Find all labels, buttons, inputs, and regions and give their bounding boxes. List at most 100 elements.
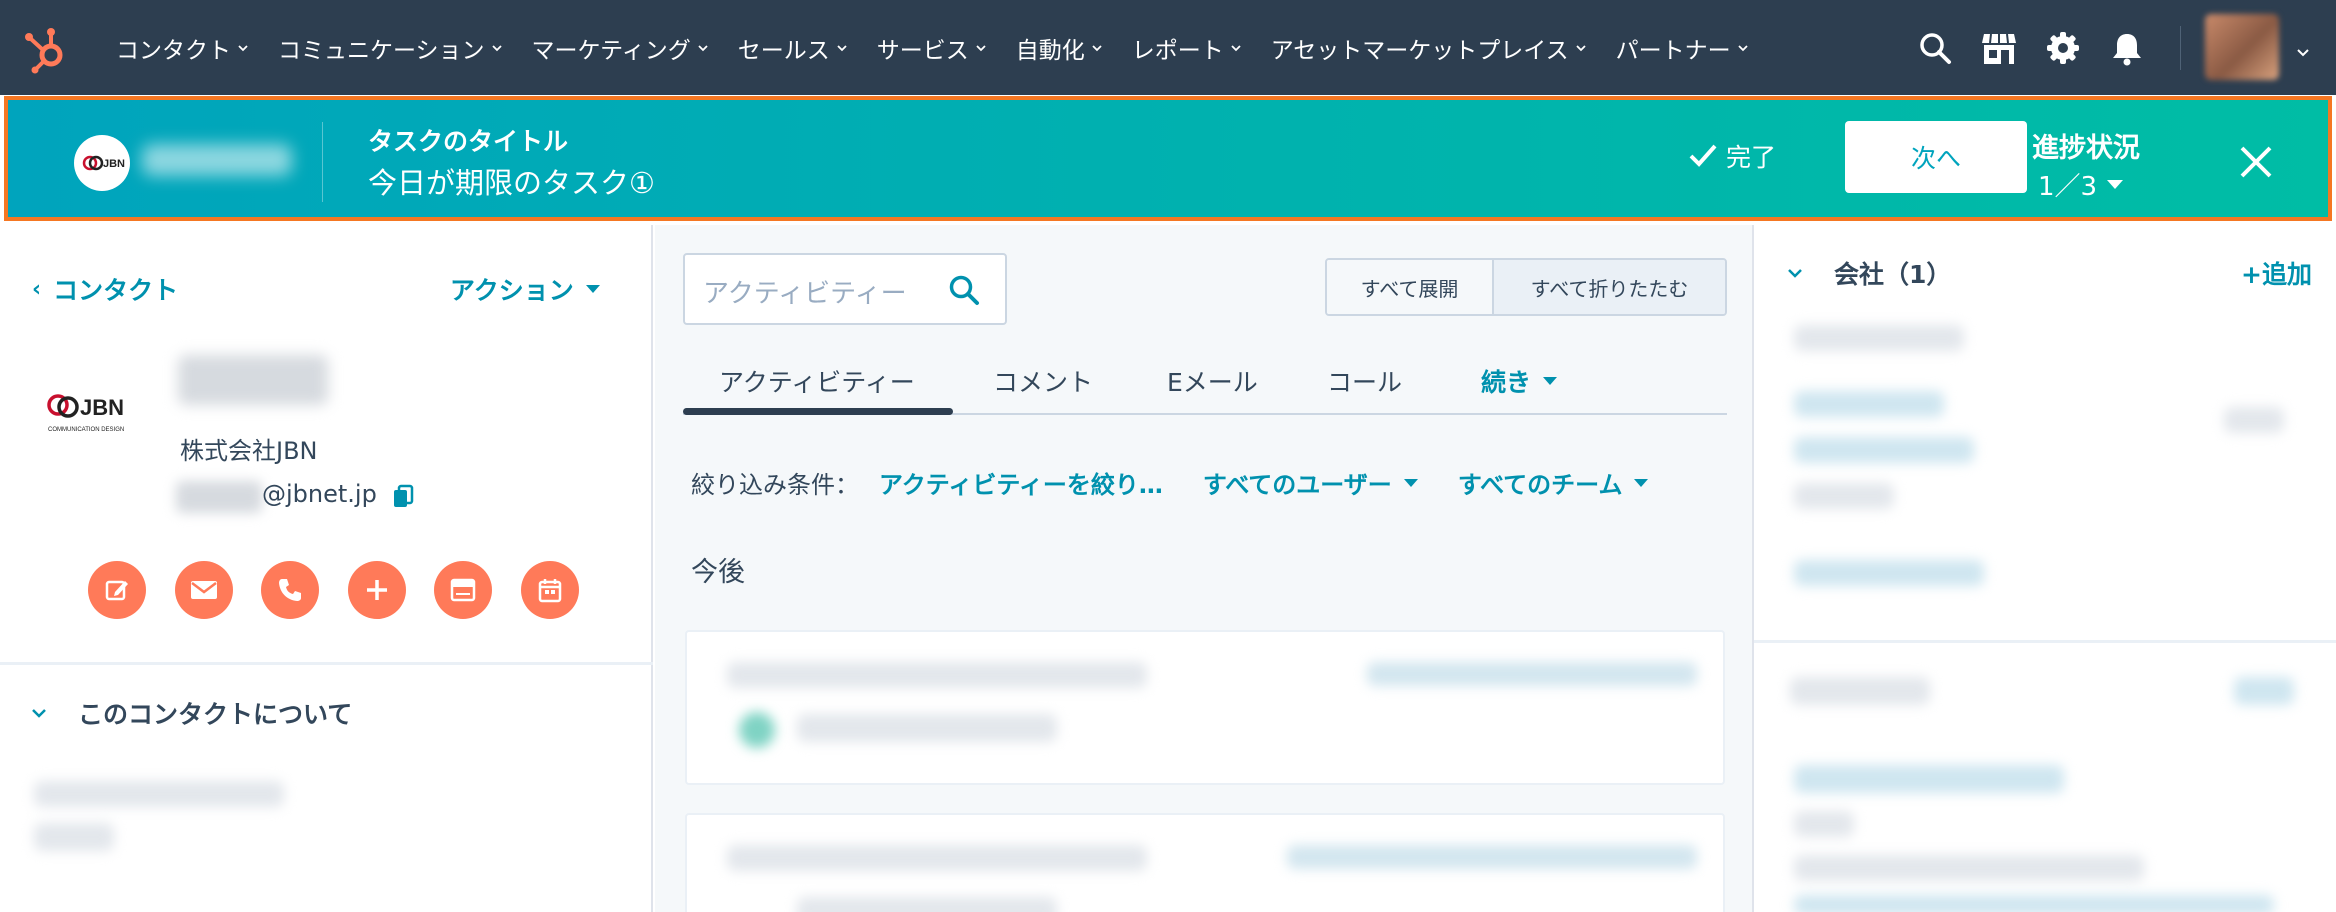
- chevron-down-icon: [491, 44, 502, 51]
- nav-item-1[interactable]: コミュニケーション: [278, 31, 503, 65]
- nav-item-3[interactable]: セールス: [738, 31, 848, 65]
- next-task-button[interactable]: 次へ: [1845, 121, 2027, 193]
- contact-name-redacted: [142, 144, 292, 176]
- caret-down-icon: [585, 285, 600, 293]
- back-to-contacts-link[interactable]: ‹ コンタクト: [32, 271, 178, 307]
- associations-sidebar: 会社（1） +追加: [1752, 225, 2336, 912]
- activity-card-body-redacted: [797, 897, 1057, 912]
- activity-timeline-panel: アクティビティー すべて展開 すべて折りたたむ アクティビティー コメント Eメ…: [655, 225, 1752, 912]
- add-company-button[interactable]: +追加: [2241, 255, 2312, 291]
- filter-teams-dropdown[interactable]: すべてのチーム: [1458, 465, 1649, 500]
- section-divider: [0, 662, 653, 665]
- company-section-toggle[interactable]: 会社（1）: [1786, 255, 1951, 291]
- filter-teams-label: すべてのチーム: [1457, 471, 1623, 499]
- task-title-label: タスクのタイトル: [368, 127, 569, 156]
- nav-item-2[interactable]: マーケティング: [532, 31, 709, 65]
- company-link-redacted: [1794, 391, 1944, 417]
- chevron-down-icon: [1737, 44, 1748, 51]
- section-header-redacted: [1790, 677, 1930, 705]
- filter-activity-dropdown[interactable]: アクティビティーを絞り…: [879, 465, 1163, 500]
- copy-icon[interactable]: [392, 484, 414, 510]
- quick-action-buttons: [88, 561, 607, 619]
- search-icon: [949, 275, 979, 305]
- property-value-redacted: [34, 823, 114, 851]
- search-placeholder: アクティビティー: [703, 279, 907, 309]
- nav-item-label: アセットマーケットプレイス: [1270, 37, 1569, 64]
- progress-value: 1／3: [2038, 172, 2098, 202]
- calendar-icon: [538, 579, 561, 603]
- filter-users-dropdown[interactable]: すべてのユーザー: [1203, 465, 1418, 500]
- nav-item-label: マーケティング: [531, 37, 691, 64]
- company-logo-subtext: COMMUNICATION DESIGN: [48, 427, 124, 433]
- collapse-all-button[interactable]: すべて折りたたむ: [1492, 260, 1725, 314]
- expand-collapse-group: すべて展開 すべて折りたたむ: [1325, 258, 1727, 316]
- nav-item-label: セールス: [737, 37, 830, 64]
- close-icon[interactable]: [2236, 142, 2276, 182]
- task-title: 今日が期限のタスク①: [368, 166, 655, 200]
- nav-item-8[interactable]: パートナー: [1616, 31, 1749, 65]
- call-button[interactable]: [261, 561, 319, 619]
- tab-activity[interactable]: アクティビティー: [719, 363, 915, 399]
- nav-item-label: サービス: [876, 37, 969, 64]
- nav-item-0[interactable]: コンタクト: [116, 31, 249, 65]
- nav-item-label: コンタクト: [116, 37, 231, 64]
- contact-sidebar: ‹ コンタクト アクション JBN COMMUNICATION DESIGN 株…: [0, 225, 653, 912]
- jbn-logo-text: JBN: [103, 158, 125, 170]
- chevron-down-icon: [976, 44, 986, 51]
- chevron-down-icon[interactable]: [2296, 46, 2310, 60]
- bell-icon[interactable]: [2109, 30, 2145, 66]
- view-associated-link-redacted: [1794, 560, 1984, 586]
- expand-all-button[interactable]: すべて展開: [1327, 260, 1492, 314]
- about-contact-label: このコンタクトについて: [78, 700, 353, 729]
- company-logo-icon: JBN COMMUNICATION DESIGN: [47, 394, 124, 433]
- more-label: 続き: [1481, 368, 1532, 397]
- note-button[interactable]: [88, 561, 146, 619]
- marketplace-icon[interactable]: [1981, 30, 2017, 66]
- activity-tabs: アクティビティー コメント Eメール コール 続き: [683, 355, 1727, 415]
- tab-comments[interactable]: コメント: [993, 363, 1093, 399]
- about-contact-section-toggle[interactable]: このコンタクトについて: [30, 695, 352, 731]
- progress-dropdown[interactable]: 1／3: [2038, 166, 2124, 203]
- search-icon[interactable]: [1917, 30, 1953, 66]
- company-logo-text: JBN: [80, 395, 124, 420]
- activity-card-title-redacted: [727, 845, 1147, 871]
- activity-card[interactable]: [685, 630, 1725, 785]
- call-icon: [279, 579, 301, 601]
- company-card-header-redacted: [1794, 325, 1964, 351]
- gear-icon[interactable]: [2045, 30, 2081, 66]
- add-button[interactable]: [347, 561, 406, 619]
- nav-item-4[interactable]: サービス: [877, 31, 987, 65]
- schedule-button[interactable]: [520, 561, 579, 619]
- complete-task-button[interactable]: 完了: [1688, 138, 1776, 174]
- chevron-down-icon: [837, 44, 847, 51]
- caret-down-icon: [1403, 478, 1418, 487]
- email-button[interactable]: [174, 561, 233, 619]
- chevron-down-icon: [1231, 44, 1241, 51]
- contact-company: 株式会社JBN: [180, 437, 318, 465]
- nav-item-label: パートナー: [1615, 37, 1731, 64]
- nav-item-5[interactable]: 自動化: [1016, 31, 1103, 65]
- avatar[interactable]: [2205, 14, 2279, 80]
- meeting-button[interactable]: [434, 561, 492, 619]
- chevron-down-icon: [1092, 44, 1102, 51]
- tab-more-dropdown[interactable]: 続き: [1481, 363, 1558, 399]
- actions-dropdown[interactable]: アクション: [450, 271, 600, 307]
- caret-down-icon: [1634, 478, 1649, 487]
- tab-email[interactable]: Eメール: [1167, 363, 1258, 399]
- activity-search-input[interactable]: アクティビティー: [683, 253, 1007, 325]
- tab-calls[interactable]: コール: [1327, 363, 1402, 399]
- company-domain-redacted: [1794, 437, 1974, 463]
- check-icon: [1689, 144, 1717, 167]
- chevron-down-icon: [32, 709, 46, 718]
- note-icon: [105, 580, 128, 601]
- active-tab-indicator: [683, 408, 953, 415]
- nav-item-6[interactable]: レポート: [1132, 31, 1242, 65]
- main-nav-menu: コンタクト コミュニケーション マーケティング セールス サービス 自動化 レポート アセット…: [116, 0, 1778, 95]
- activity-card[interactable]: [685, 813, 1725, 912]
- nav-item-7[interactable]: アセットマーケットプレイス: [1271, 31, 1587, 65]
- property-label-redacted: [34, 781, 284, 807]
- activity-card-body-redacted: [797, 714, 1057, 742]
- filter-activity-label: アクティビティーを絞り…: [879, 471, 1163, 499]
- hubspot-logo-icon[interactable]: [22, 24, 72, 74]
- company-phone-redacted: [1794, 483, 1894, 509]
